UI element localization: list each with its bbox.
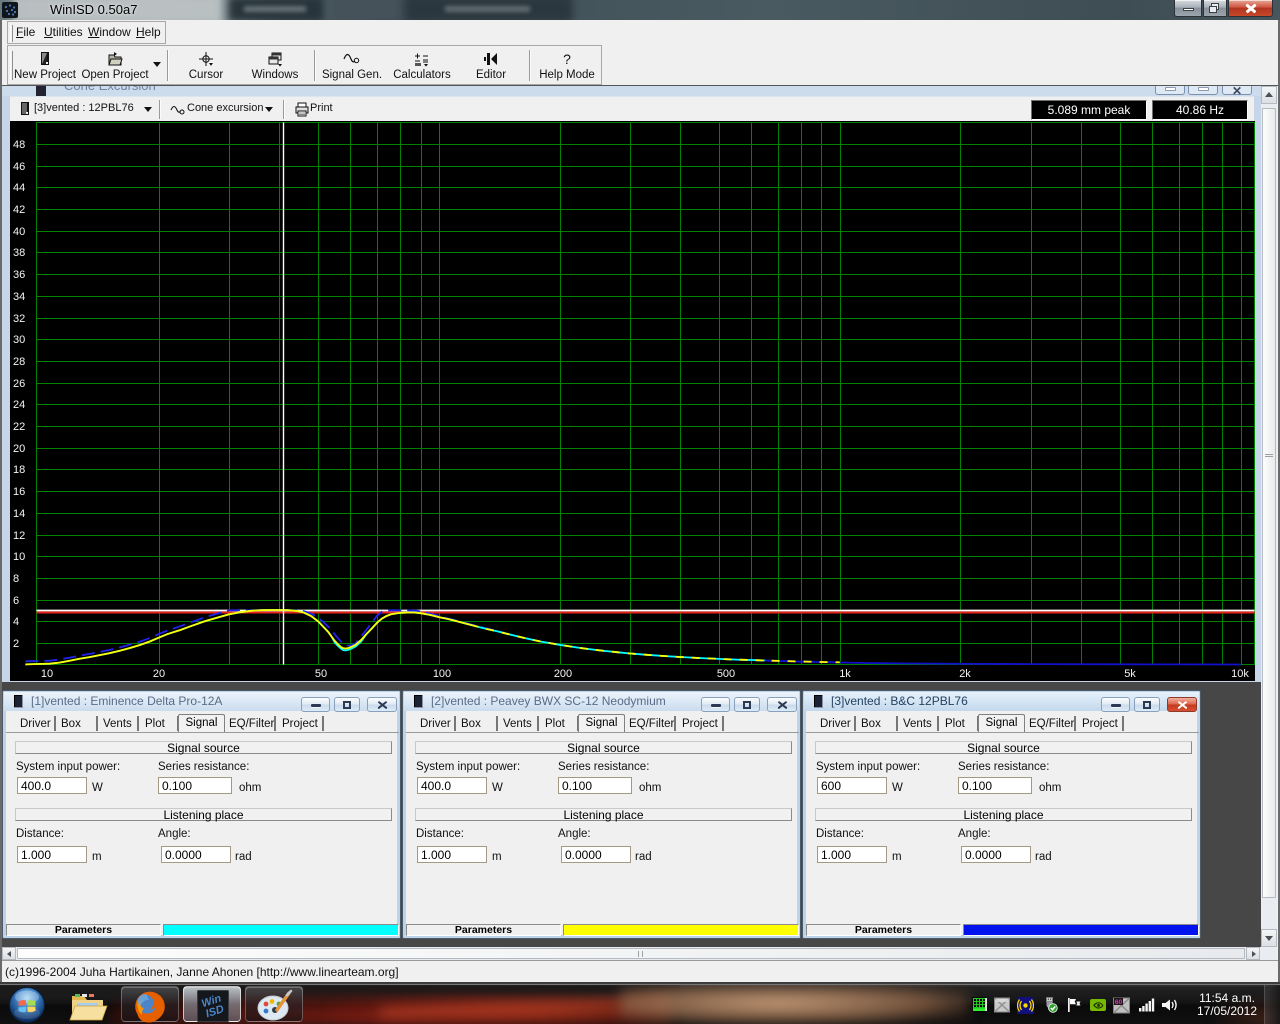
svg-text:10k: 10k bbox=[1231, 668, 1249, 680]
svg-text:44: 44 bbox=[13, 182, 25, 194]
svg-text:100: 100 bbox=[433, 668, 451, 680]
svg-text:48: 48 bbox=[13, 139, 25, 151]
svg-text:1k: 1k bbox=[839, 668, 851, 680]
svg-text:18: 18 bbox=[13, 464, 25, 476]
svg-text:6: 6 bbox=[13, 595, 19, 607]
svg-text:500: 500 bbox=[717, 668, 735, 680]
svg-text:40: 40 bbox=[13, 226, 25, 238]
svg-text:24: 24 bbox=[13, 399, 25, 411]
svg-text:12: 12 bbox=[13, 530, 25, 542]
svg-text:38: 38 bbox=[13, 247, 25, 259]
svg-text:10: 10 bbox=[41, 668, 53, 680]
svg-text:30: 30 bbox=[13, 334, 25, 346]
svg-text:50: 50 bbox=[315, 668, 327, 680]
svg-text:5k: 5k bbox=[1124, 668, 1136, 680]
svg-text:36: 36 bbox=[13, 269, 25, 281]
svg-text:4: 4 bbox=[13, 616, 19, 628]
svg-text:22: 22 bbox=[13, 421, 25, 433]
svg-text:8: 8 bbox=[13, 573, 19, 585]
svg-text:28: 28 bbox=[13, 356, 25, 368]
svg-text:2: 2 bbox=[13, 638, 19, 650]
svg-text:200: 200 bbox=[554, 668, 572, 680]
svg-text:20: 20 bbox=[153, 668, 165, 680]
svg-text:20: 20 bbox=[13, 443, 25, 455]
svg-text:32: 32 bbox=[13, 313, 25, 325]
svg-text:16: 16 bbox=[13, 486, 25, 498]
svg-text:42: 42 bbox=[13, 204, 25, 216]
svg-text:?: ? bbox=[563, 51, 571, 67]
svg-text:34: 34 bbox=[13, 291, 25, 303]
svg-text:14: 14 bbox=[13, 508, 25, 520]
svg-text:46: 46 bbox=[13, 161, 25, 173]
svg-text:10: 10 bbox=[13, 551, 25, 563]
svg-text:2k: 2k bbox=[959, 668, 971, 680]
svg-text:26: 26 bbox=[13, 378, 25, 390]
svg-text:60: 60 bbox=[1115, 999, 1123, 1006]
